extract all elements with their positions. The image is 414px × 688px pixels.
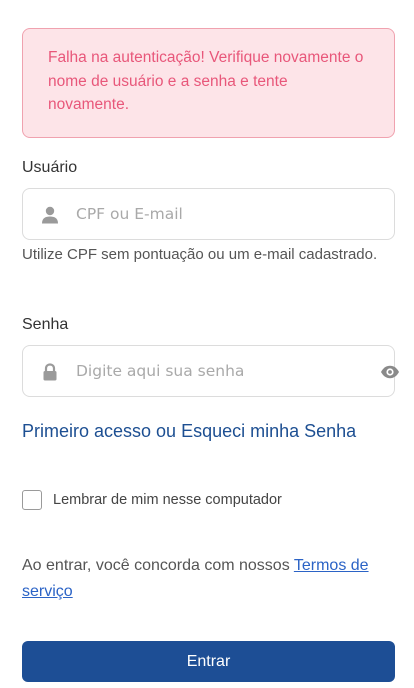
error-alert-message: Falha na autenticação! Verifique novamen… [48,49,364,113]
password-label: Senha [22,316,69,333]
user-icon [42,206,58,224]
lock-icon [43,363,57,381]
password-input[interactable] [76,346,356,396]
terms-notice: Ao entrar, você concorda com nossos Term… [22,553,392,604]
forgot-password-link[interactable]: Primeiro acesso ou Esqueci minha Senha [22,421,356,442]
eye-icon[interactable] [380,363,400,381]
remember-me[interactable]: Lembrar de mim nesse computador [22,489,282,511]
username-input[interactable] [76,189,356,239]
remember-me-label: Lembrar de mim nesse computador [53,492,282,508]
terms-prefix: Ao entrar, você concorda com nossos [22,557,294,574]
username-label: Usuário [22,159,78,176]
error-alert: Falha na autenticação! Verifique novamen… [22,28,395,138]
remember-me-checkbox[interactable] [22,490,42,510]
submit-button[interactable]: Entrar [22,641,395,682]
username-field[interactable] [22,188,395,240]
username-help-text: Utilize CPF sem pontuação ou um e-mail c… [22,246,378,263]
password-field[interactable] [22,345,399,397]
